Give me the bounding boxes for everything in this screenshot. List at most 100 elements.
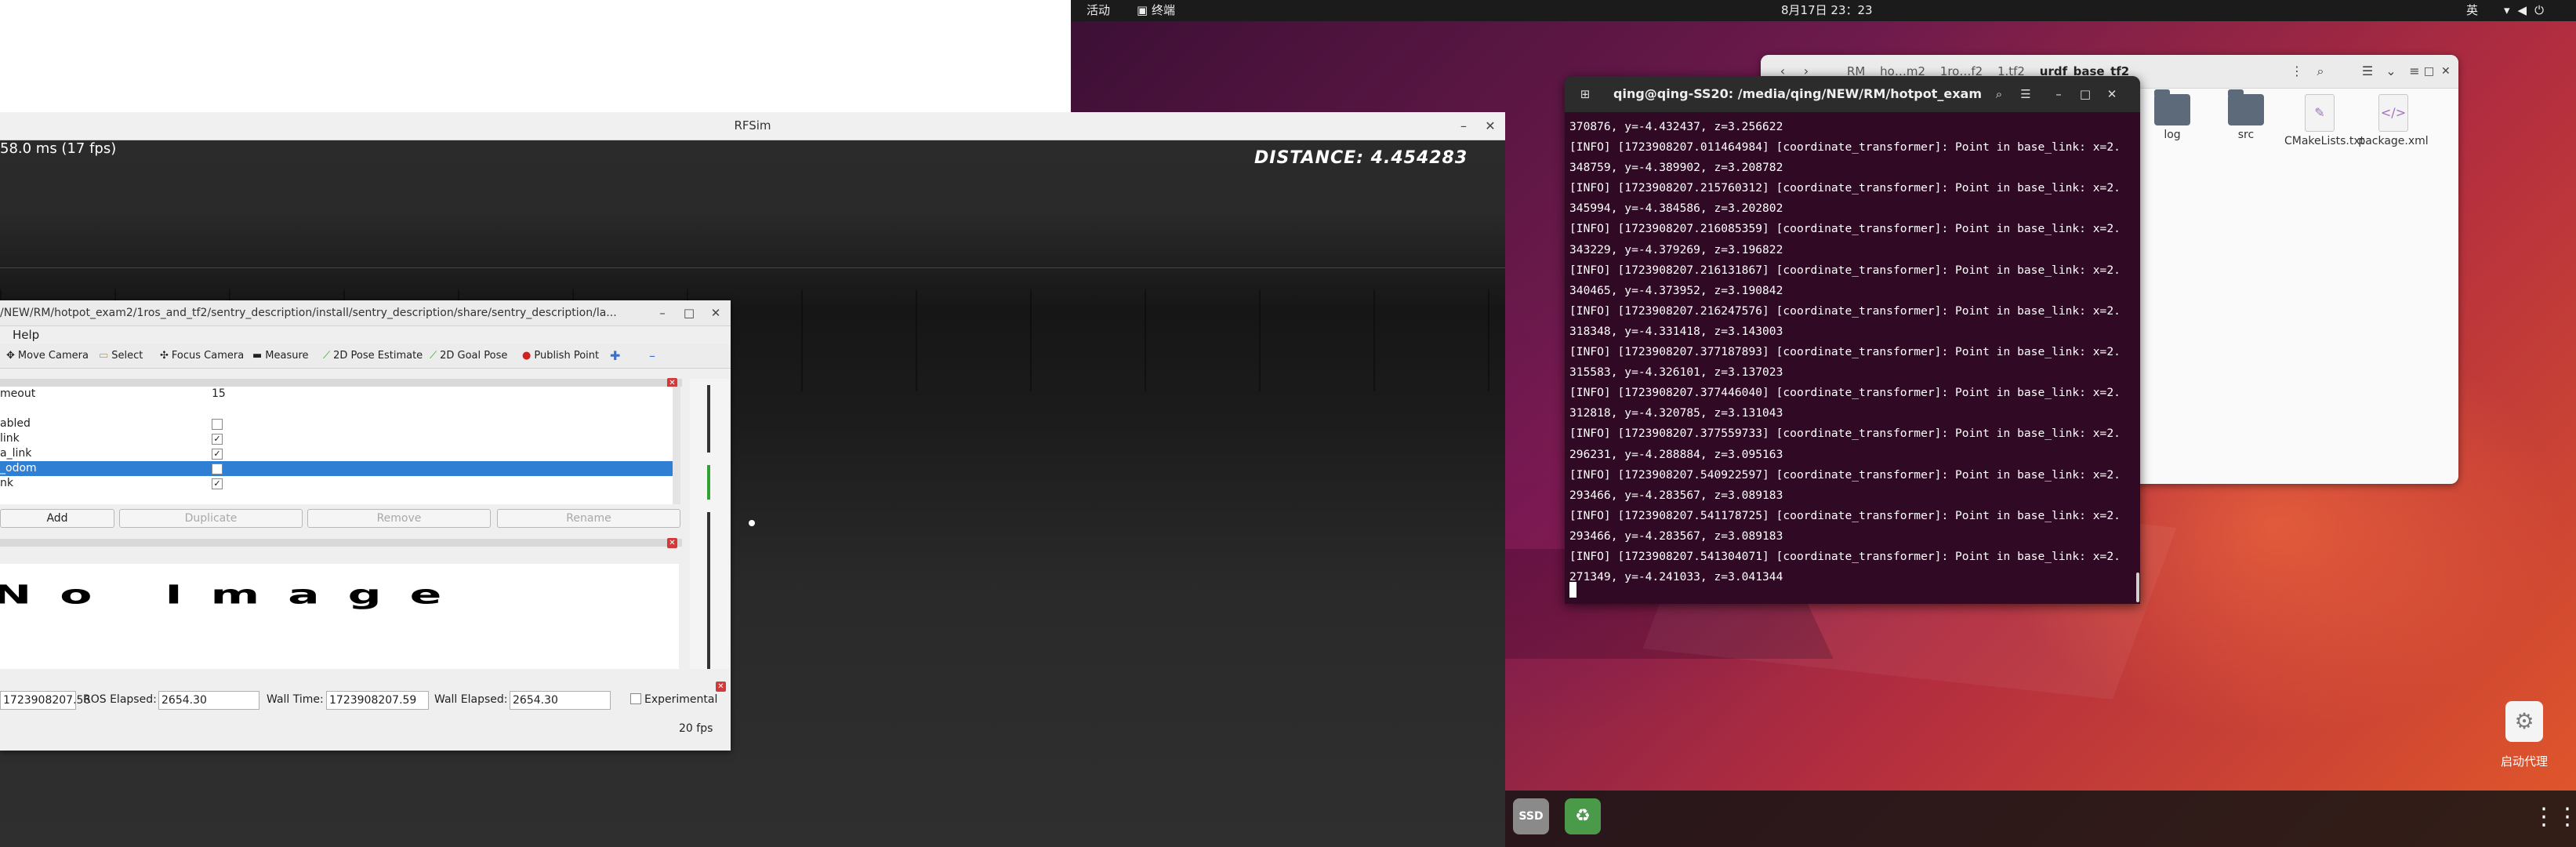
maximize-button[interactable]: □ [679,300,699,325]
tool-focus-camera[interactable]: ✣ Focus Camera [160,344,244,368]
checkbox[interactable]: ✓ [212,478,223,489]
file-item-label: package.xml [2358,135,2429,147]
new-tab-icon[interactable]: ⊞ [1574,84,1596,104]
left-desktop-blank [0,0,1071,114]
activities-button[interactable]: 活动 [1087,0,1110,21]
terminal-title: qing@qing-SS20: /media/qing/NEW/RM/hotpo… [1613,86,1982,101]
tool-label: Select [111,350,143,362]
ros-elapsed-field[interactable]: 2654.30 [158,691,259,710]
search-icon[interactable]: ⌕ [2309,61,2331,82]
file-item[interactable]: src [2211,89,2281,141]
wall-elapsed-label: Wall Elapsed: [434,693,508,706]
maximize-button[interactable]: □ [2074,84,2096,104]
tree-row[interactable]: meout 15 [0,387,673,402]
tree-row[interactable]: nk ✓ [0,476,673,491]
show-applications-icon[interactable]: ⋮⋮ [2532,804,2576,831]
checkbox[interactable]: ✓ [212,449,223,460]
view-toggle-button[interactable]: ☰ [2356,61,2378,82]
close-panel-icon[interactable]: ✕ [667,538,677,548]
wall-time-field[interactable]: 1723908207.59 [326,691,429,710]
close-button[interactable]: ✕ [2101,84,2123,104]
tool-move-camera[interactable]: ✥ Move Camera [6,344,89,368]
displays-tree: meout 15 abled link ✓ a_link ✓ _odom nk … [0,387,673,504]
system-menu[interactable]: ▾◀⏻ [2504,0,2552,21]
terminal-output[interactable]: 370876, y=-4.432437, z=3.256622 [INFO] [1… [1569,117,2131,595]
terminal-header: ⊞ qing@qing-SS20: /media/qing/NEW/RM/hot… [1565,76,2140,112]
terminal-line: [INFO] [1723908207.011464984] [coordinat… [1569,140,2121,154]
desktop-icon-label[interactable]: 启动代理 [2477,753,2571,769]
file-item[interactable]: </> package.xml [2358,94,2429,147]
active-app-menu[interactable]: ▣ 终端 [1137,0,1175,21]
displays-scrollbar[interactable] [673,387,680,504]
close-button[interactable]: ✕ [706,300,726,325]
window-controls: – □ ✕ [2411,61,2458,82]
tool-measure[interactable]: ▬ Measure [252,344,309,368]
window-title: /NEW/RM/hotpot_exam2/1ros_and_tf2/sentry… [0,307,617,319]
tool-publish-point[interactable]: ● Publish Point [522,344,599,368]
rviz-titlebar: /NEW/RM/hotpot_exam2/1ros_and_tf2/sentry… [0,300,731,326]
checkbox[interactable] [212,419,223,430]
terminal-line: 340465, y=-4.373952, z=3.190842 [1569,283,1783,297]
gear-icon[interactable]: ⚙ [2505,701,2543,742]
tool-label: 2D Pose Estimate [333,350,423,362]
target-marker [749,520,755,526]
tree-row-name: link [0,432,20,445]
trash-icon[interactable]: ♻ [1565,798,1601,834]
terminal-app-icon: ▣ [1137,3,1152,17]
tree-row-name: meout [0,387,36,400]
terminal-line: 296231, y=-4.288884, z=3.095163 [1569,447,1783,461]
tool-2d-goal-pose[interactable]: ⟋ 2D Goal Pose [430,344,507,368]
tree-row-value[interactable]: 15 [212,387,226,402]
file-item[interactable]: ✎ CMakeLists.txt [2284,94,2364,147]
experimental-checkbox[interactable] [630,693,641,704]
menu-icon[interactable]: ☰ [2015,84,2037,104]
tree-row-name: abled [0,417,31,430]
ros-time-field[interactable]: 1723908207.56 [0,691,90,710]
checkbox[interactable]: ✓ [212,434,223,445]
close-button[interactable]: ✕ [2441,65,2451,78]
ssd-2-icon[interactable]: SSD [1513,798,1549,834]
terminal-line: 312818, y=-4.320785, z=3.131043 [1569,406,1783,420]
checkbox[interactable] [212,463,223,474]
terminal-line: [INFO] [1723908207.216085359] [coordinat… [1569,222,2121,236]
horizon-line [0,267,1505,268]
duplicate-button[interactable]: Duplicate [119,509,303,528]
xml-file-icon: </> [2378,94,2408,132]
minimize-button[interactable]: – [2411,65,2417,78]
tree-row[interactable]: link ✓ [0,431,673,446]
tool-select[interactable]: ▭ Select [99,344,143,368]
remove-button[interactable]: Remove [307,509,491,528]
path-menu-button[interactable]: ⋮ [2286,61,2308,82]
file-item[interactable]: log [2137,89,2208,141]
menu-help[interactable]: Help [13,326,39,344]
move-camera-icon: ✥ [6,350,15,362]
rename-button[interactable]: Rename [497,509,680,528]
minimize-button[interactable]: – [2048,84,2070,104]
terminal-scrollbar[interactable] [2136,573,2139,602]
view-options-button[interactable]: ⌄ [2380,61,2402,82]
tool-2d-pose-estimate[interactable]: ⟋ 2D Pose Estimate [323,344,423,368]
wall-time-label: Wall Time: [267,693,324,706]
terminal-window: ⊞ qing@qing-SS20: /media/qing/NEW/RM/hot… [1565,76,2140,604]
add-button[interactable]: Add [0,509,114,528]
strip-bar [707,465,710,500]
terminal-line: [INFO] [1723908207.377187893] [coordinat… [1569,345,2121,359]
experimental-label: Experimental [644,693,718,706]
minimize-button[interactable]: – [1452,112,1475,140]
search-icon[interactable]: ⌕ [1988,84,2010,104]
goal-arrow-icon: ⟋ [430,350,437,362]
close-button[interactable]: ✕ [1478,112,1502,140]
tree-row-selected[interactable]: _odom [0,461,673,476]
wall-elapsed-field[interactable]: 2654.30 [510,691,611,710]
add-tool-icon[interactable]: ✚ [610,344,620,368]
terminal-line: [INFO] [1723908207.216131867] [coordinat… [1569,263,2121,277]
clock[interactable]: 8月17日 23：23 [1781,0,1873,21]
maximize-button[interactable]: □ [2424,65,2434,78]
minimize-button[interactable]: – [652,300,673,325]
tree-row[interactable]: abled [0,416,673,431]
tree-row[interactable]: a_link ✓ [0,446,673,461]
time-panel: 1723908207.56 ROS Elapsed: 2654.30 Wall … [0,685,731,716]
pose-arrow-icon: ⟋ [323,350,331,362]
remove-tool-icon[interactable]: – [649,344,655,368]
input-method-indicator[interactable]: 英 [2466,0,2478,21]
